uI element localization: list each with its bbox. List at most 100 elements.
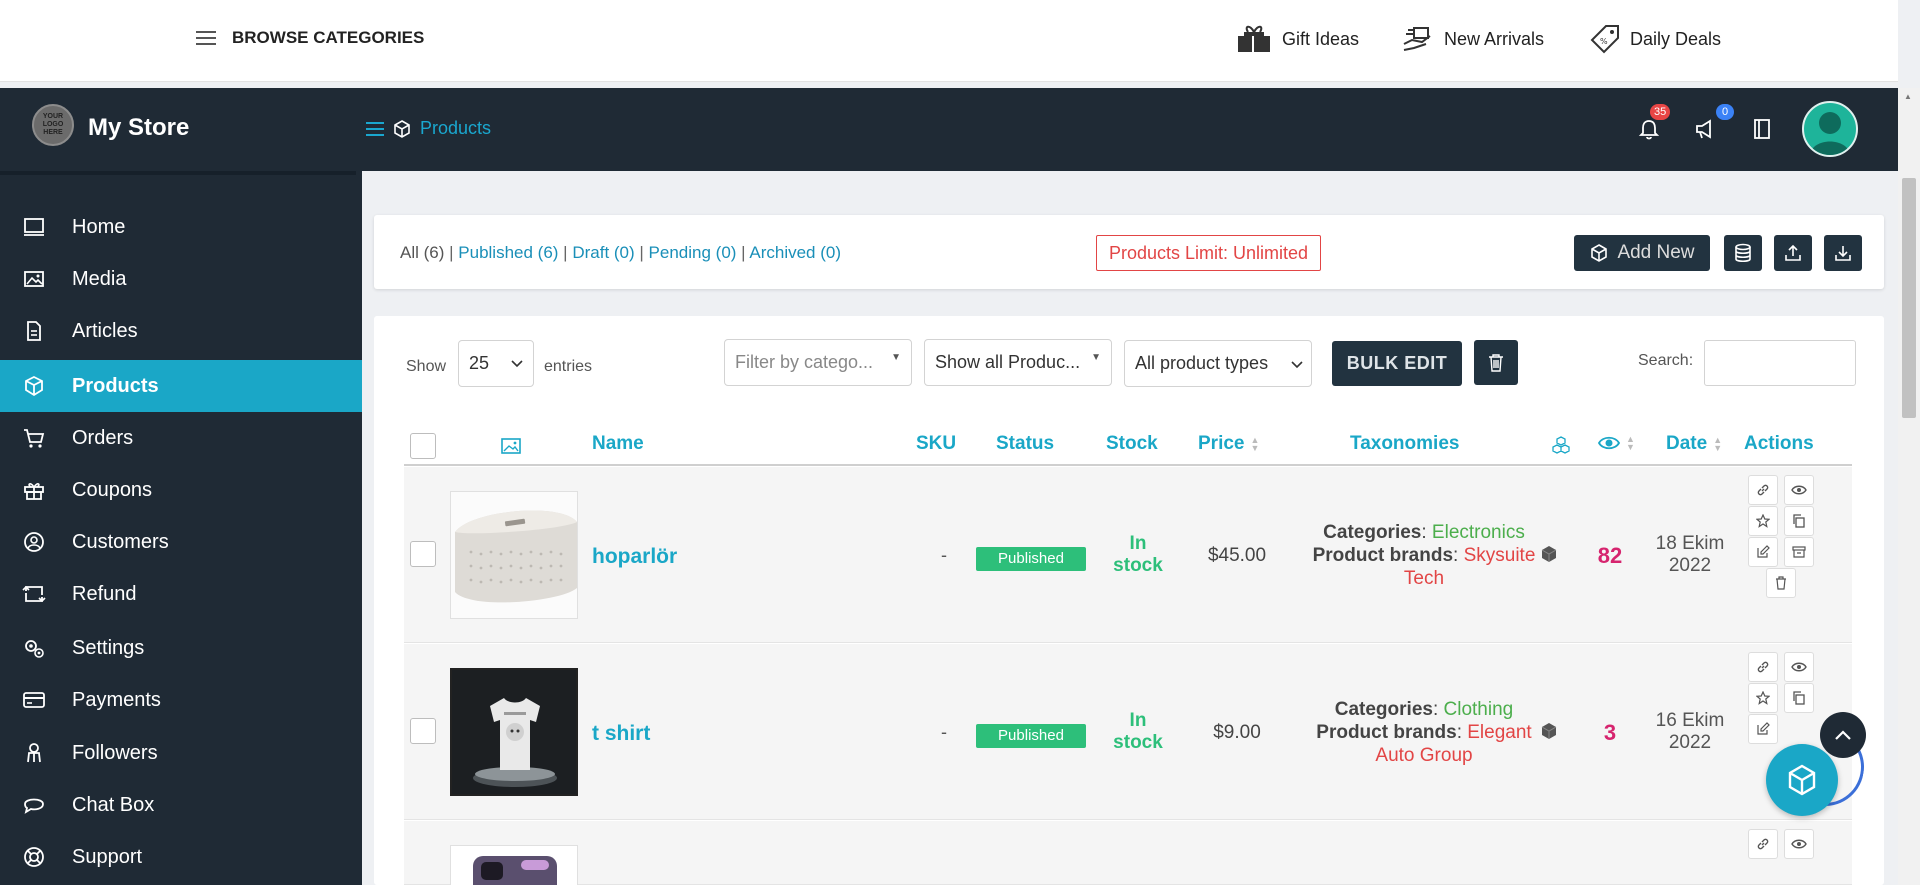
browse-categories-button[interactable]: BROWSE CATEGORIES [196, 28, 424, 48]
daily-deals-link[interactable]: % Daily Deals [1590, 24, 1721, 54]
header-date-label: Date [1666, 433, 1708, 454]
store-logo[interactable]: YOUR LOGO HERE [32, 104, 74, 146]
sidebar-item-support[interactable]: Support [0, 831, 362, 883]
product-taxonomies: Categories: Clothing Product brands: Ele… [1316, 699, 1532, 766]
page-scrollbar[interactable]: ▲ [1898, 88, 1920, 885]
bulk-edit-button[interactable]: BULK EDIT [1332, 341, 1462, 386]
brand-link-continued[interactable]: Tech [1404, 568, 1444, 589]
brand-link[interactable]: Skysuite [1464, 545, 1536, 566]
breadcrumb-current[interactable]: Products [420, 118, 491, 139]
link-icon [1757, 484, 1769, 496]
menu-toggle-icon[interactable] [366, 121, 384, 137]
gift-ideas-link[interactable]: Gift Ideas [1236, 24, 1359, 54]
sidebar-item-label: Coupons [72, 478, 153, 501]
entries-select[interactable]: 25 [458, 340, 534, 387]
status-badge: Published [976, 724, 1086, 748]
brand-link-continued[interactable]: Auto Group [1375, 745, 1472, 766]
stock-line-1: In [1129, 533, 1147, 554]
view-count: 3 [1603, 720, 1617, 745]
bulk-delete-button[interactable] [1474, 340, 1518, 385]
product-name-link[interactable]: hoparlör [592, 545, 677, 569]
add-new-button[interactable]: Add New [1574, 235, 1710, 271]
export-button[interactable] [1774, 235, 1812, 271]
scroll-to-top-button[interactable] [1820, 712, 1866, 758]
brand-link[interactable]: Elegant [1467, 722, 1531, 743]
edit-button[interactable] [1748, 714, 1778, 744]
category-link[interactable]: Electronics [1432, 522, 1525, 543]
category-link[interactable]: Clothing [1444, 699, 1514, 720]
import-button[interactable] [1824, 235, 1862, 271]
filter-published-link[interactable]: Published (6) [458, 243, 558, 262]
product-type-filter-select[interactable]: All product types [1124, 340, 1312, 387]
header-actions: Actions [1744, 433, 1814, 454]
sidebar-item-refund[interactable]: Refund [0, 568, 362, 620]
sidebar-item-articles[interactable]: Articles [0, 305, 362, 357]
announcements-count-badge: 0 [1716, 104, 1734, 120]
duplicate-button[interactable] [1784, 506, 1814, 536]
copy-link-button[interactable] [1748, 475, 1778, 505]
daily-deals-label: Daily Deals [1630, 28, 1722, 49]
brands-label: Product brands [1316, 722, 1457, 743]
delete-button[interactable] [1766, 568, 1796, 598]
product-taxonomies: Categories: Electronics Product brands: … [1312, 522, 1536, 589]
select-all-checkbox[interactable] [410, 433, 436, 459]
search-input[interactable] [1704, 340, 1856, 386]
scrollbar-thumb[interactable] [1902, 178, 1916, 418]
book-icon [1754, 119, 1770, 139]
announcements-button[interactable]: 0 [1694, 104, 1734, 145]
header-price[interactable]: Price ▲ ▼ [1198, 433, 1259, 455]
sidebar-item-settings[interactable]: Settings [0, 622, 362, 674]
duplicate-button[interactable] [1784, 683, 1814, 713]
sidebar-item-coupons[interactable]: Coupons [0, 464, 362, 516]
sidebar-item-home[interactable]: Home [0, 201, 362, 253]
copy-icon [1793, 691, 1805, 705]
view-button[interactable] [1784, 475, 1814, 505]
archive-button[interactable] [1784, 537, 1814, 567]
row-checkbox[interactable] [410, 541, 436, 567]
sidebar-item-orders[interactable]: Orders [0, 412, 362, 464]
sidebar-item-products[interactable]: Products [0, 360, 362, 412]
copy-link-button[interactable] [1748, 829, 1778, 859]
sidebar-item-customers[interactable]: Customers [0, 516, 362, 568]
view-button[interactable] [1784, 652, 1814, 682]
filter-archived-link[interactable]: Archived (0) [749, 243, 841, 262]
product-status-filter-select[interactable]: Show all Produc... ▼ [924, 339, 1112, 386]
sidebar-item-payments[interactable]: Payments [0, 674, 362, 726]
filter-draft-link[interactable]: Draft (0) [572, 243, 634, 262]
cube-icon [1591, 244, 1608, 262]
filter-pending-link[interactable]: Pending (0) [649, 243, 737, 262]
header-name[interactable]: Name [592, 433, 644, 455]
category-filter-select[interactable]: Filter by catego... ▼ [724, 339, 912, 386]
row-checkbox[interactable] [410, 718, 436, 744]
new-arrivals-link[interactable]: New Arrivals [1402, 24, 1544, 54]
edit-button[interactable] [1748, 537, 1778, 567]
database-button[interactable] [1724, 235, 1762, 271]
feature-button[interactable] [1748, 683, 1778, 713]
store-name[interactable]: My Store [88, 114, 189, 142]
product-thumbnail[interactable] [450, 491, 578, 619]
header-date[interactable]: Date ▲ ▼ [1666, 433, 1722, 455]
filter-all-link[interactable]: All (6) [400, 243, 444, 262]
product-thumbnail[interactable] [450, 668, 578, 796]
user-avatar[interactable] [1802, 101, 1858, 157]
sidebar-item-followers[interactable]: Followers [0, 727, 362, 779]
chevron-down-icon [511, 360, 523, 368]
notifications-button[interactable]: 35 [1638, 104, 1671, 145]
copy-link-button[interactable] [1748, 652, 1778, 682]
product-type-filter-value: All product types [1135, 353, 1269, 373]
sidebar-item-chat-box[interactable]: Chat Box [0, 779, 362, 831]
knowledgebase-button[interactable] [1752, 118, 1772, 145]
products-table-card: Show 25 entries Filter by catego... ▼ Sh… [374, 316, 1884, 885]
quick-add-product-button[interactable] [1766, 744, 1838, 816]
header-views[interactable]: ▲ ▼ [1597, 435, 1635, 457]
sidebar-item-media[interactable]: Media [0, 253, 362, 305]
app-header: YOUR LOGO HERE My Store Products 35 0 [0, 88, 1898, 171]
discount-tag-icon: % [1590, 25, 1619, 54]
feature-button[interactable] [1748, 506, 1778, 536]
product-thumbnail[interactable] [450, 845, 578, 885]
user-avatar-icon [1810, 112, 1850, 155]
view-button[interactable] [1784, 829, 1814, 859]
product-name-link[interactable]: t shirt [592, 722, 650, 746]
scroll-up-arrow-icon[interactable]: ▲ [1904, 92, 1912, 101]
product-date: 16 Ekim 2022 [1650, 710, 1730, 754]
